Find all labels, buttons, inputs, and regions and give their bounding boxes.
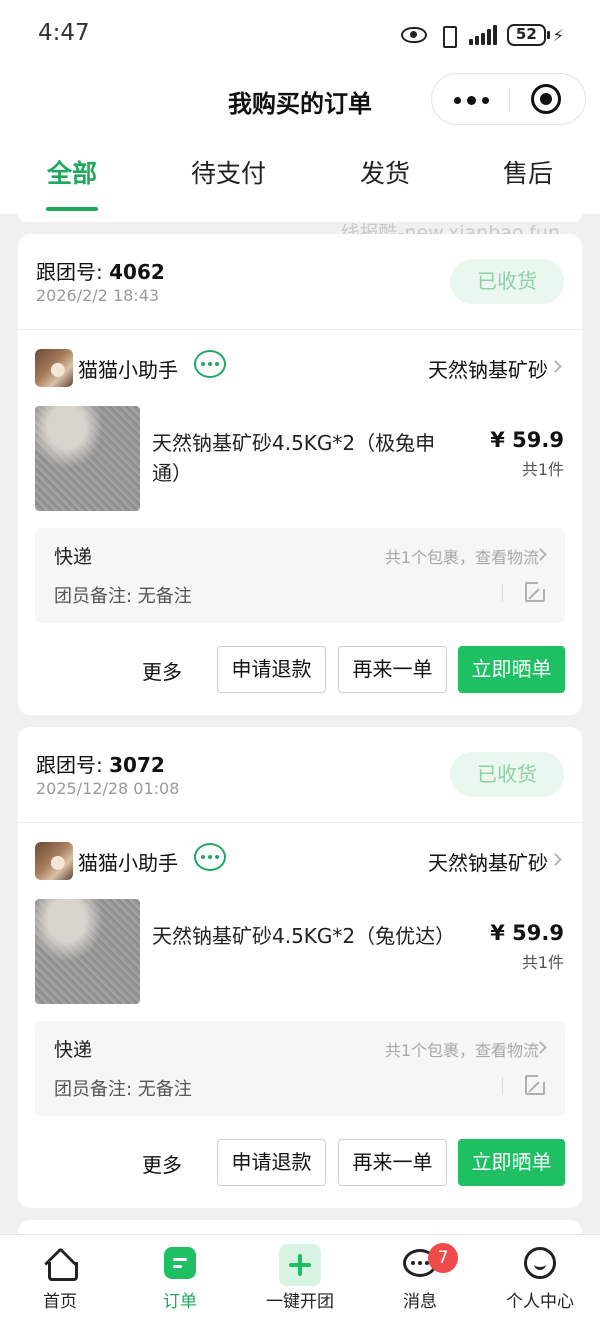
status-badge: 已收货 — [450, 259, 564, 304]
tab-shipping[interactable]: 发货 — [360, 154, 410, 190]
shipping-method: 快递 — [54, 546, 93, 568]
merchant-avatar — [35, 842, 73, 880]
user-icon — [524, 1247, 556, 1279]
vibrate-icon — [437, 25, 459, 48]
shipping-info: 快递 共1个包裹，查看物流 团员备注: 无备注 — [35, 528, 565, 623]
product-image[interactable] — [35, 899, 140, 1004]
order-time: 2026/2/2 18:43 — [36, 286, 160, 305]
order-card: 跟团号: 3072 2025/12/28 01:08 已收货 猫猫小助手 天然钠… — [18, 727, 582, 1208]
order-card: 跟团号: 4062 2026/2/2 18:43 已收货 猫猫小助手 天然钠基矿… — [18, 234, 582, 715]
chat-icon[interactable] — [194, 350, 226, 378]
tab-after-sales[interactable]: 售后 — [503, 154, 553, 190]
product-price: ¥ 59.9 — [490, 921, 564, 945]
more-actions-button[interactable]: 更多 — [142, 1149, 182, 1178]
nav-label: 订单 — [163, 1292, 197, 1312]
chevron-right-icon — [549, 360, 562, 373]
store-link[interactable]: 天然钠基矿砂 — [428, 354, 548, 383]
order-icon — [164, 1247, 196, 1279]
signal-icon — [468, 25, 497, 45]
status-time: 4:47 — [38, 20, 90, 46]
nav-profile[interactable]: 个人中心 — [480, 1235, 600, 1318]
product-title[interactable]: 天然钠基矿砂4.5KG*2（极兔申通） — [152, 428, 452, 488]
nav-label: 一键开团 — [266, 1292, 334, 1312]
merchant-name: 猫猫小助手 — [78, 358, 178, 382]
review-button[interactable]: 立即晒单 — [458, 646, 565, 693]
status-badge: 已收货 — [450, 752, 564, 797]
product-title[interactable]: 天然钠基矿砂4.5KG*2（兔优达） — [152, 921, 455, 951]
reorder-button[interactable]: 再来一单 — [338, 1139, 447, 1186]
order-tabs: 全部 待支付 发货 售后 — [0, 136, 600, 214]
nav-label: 消息 — [403, 1292, 437, 1312]
product-quantity: 共1件 — [521, 460, 564, 479]
bottom-nav: 首页 订单 一键开团 7 消息 个人中心 — [0, 1234, 600, 1318]
refund-button[interactable]: 申请退款 — [217, 1139, 326, 1186]
group-number: 跟团号: 3072 — [36, 753, 165, 777]
product-image[interactable] — [35, 406, 140, 511]
refund-button[interactable]: 申请退款 — [217, 646, 326, 693]
more-actions-button[interactable]: 更多 — [142, 656, 182, 685]
active-tab-indicator — [46, 207, 98, 211]
order-card-header: 跟团号: 3072 2025/12/28 01:08 已收货 — [18, 727, 582, 823]
member-note: 团员备注: 无备注 — [54, 1079, 192, 1100]
reorder-button[interactable]: 再来一单 — [338, 646, 447, 693]
mini-program-capsule — [431, 73, 586, 125]
chat-icon[interactable] — [194, 843, 226, 871]
battery-level: 52 — [506, 24, 546, 46]
more-options-icon[interactable] — [432, 74, 510, 126]
product-quantity: 共1件 — [521, 953, 564, 972]
merchant-avatar — [35, 349, 73, 387]
eye-icon — [400, 27, 427, 43]
home-icon — [45, 1249, 78, 1281]
store-link[interactable]: 天然钠基矿砂 — [428, 847, 548, 876]
tab-pending-payment[interactable]: 待支付 — [191, 154, 266, 190]
edit-note-icon[interactable] — [525, 581, 546, 602]
status-icons: 52 ⚡ — [400, 20, 564, 50]
unread-badge: 7 — [428, 1243, 458, 1273]
view-logistics-link[interactable]: 共1个包裹，查看物流 — [385, 1037, 539, 1061]
battery-icon: 52 ⚡ — [506, 24, 564, 46]
nav-messages[interactable]: 7 消息 — [360, 1235, 480, 1318]
member-note: 团员备注: 无备注 — [54, 586, 192, 607]
nav-orders[interactable]: 订单 — [120, 1235, 240, 1318]
nav-label: 首页 — [43, 1292, 77, 1312]
chevron-right-icon — [549, 853, 562, 866]
view-logistics-link[interactable]: 共1个包裹，查看物流 — [385, 544, 539, 568]
group-number: 跟团号: 4062 — [36, 260, 165, 284]
nav-home[interactable]: 首页 — [0, 1235, 120, 1318]
shipping-method: 快递 — [54, 1039, 93, 1061]
charging-icon: ⚡ — [552, 25, 564, 45]
close-mini-program-icon[interactable] — [531, 84, 561, 114]
nav-start-group[interactable]: 一键开团 — [240, 1235, 360, 1318]
plus-icon — [279, 1244, 321, 1286]
product-price: ¥ 59.9 — [490, 428, 564, 452]
merchant-name: 猫猫小助手 — [78, 851, 178, 875]
tab-all[interactable]: 全部 — [47, 154, 97, 190]
shipping-info: 快递 共1个包裹，查看物流 团员备注: 无备注 — [35, 1021, 565, 1116]
nav-label: 个人中心 — [506, 1292, 574, 1312]
order-card-header: 跟团号: 4062 2026/2/2 18:43 已收货 — [18, 234, 582, 330]
status-bar: 4:47 52 ⚡ — [0, 0, 600, 66]
order-time: 2025/12/28 01:08 — [36, 779, 180, 798]
edit-note-icon[interactable] — [525, 1074, 546, 1095]
review-button[interactable]: 立即晒单 — [458, 1139, 565, 1186]
header: 我购买的订单 — [0, 66, 600, 136]
